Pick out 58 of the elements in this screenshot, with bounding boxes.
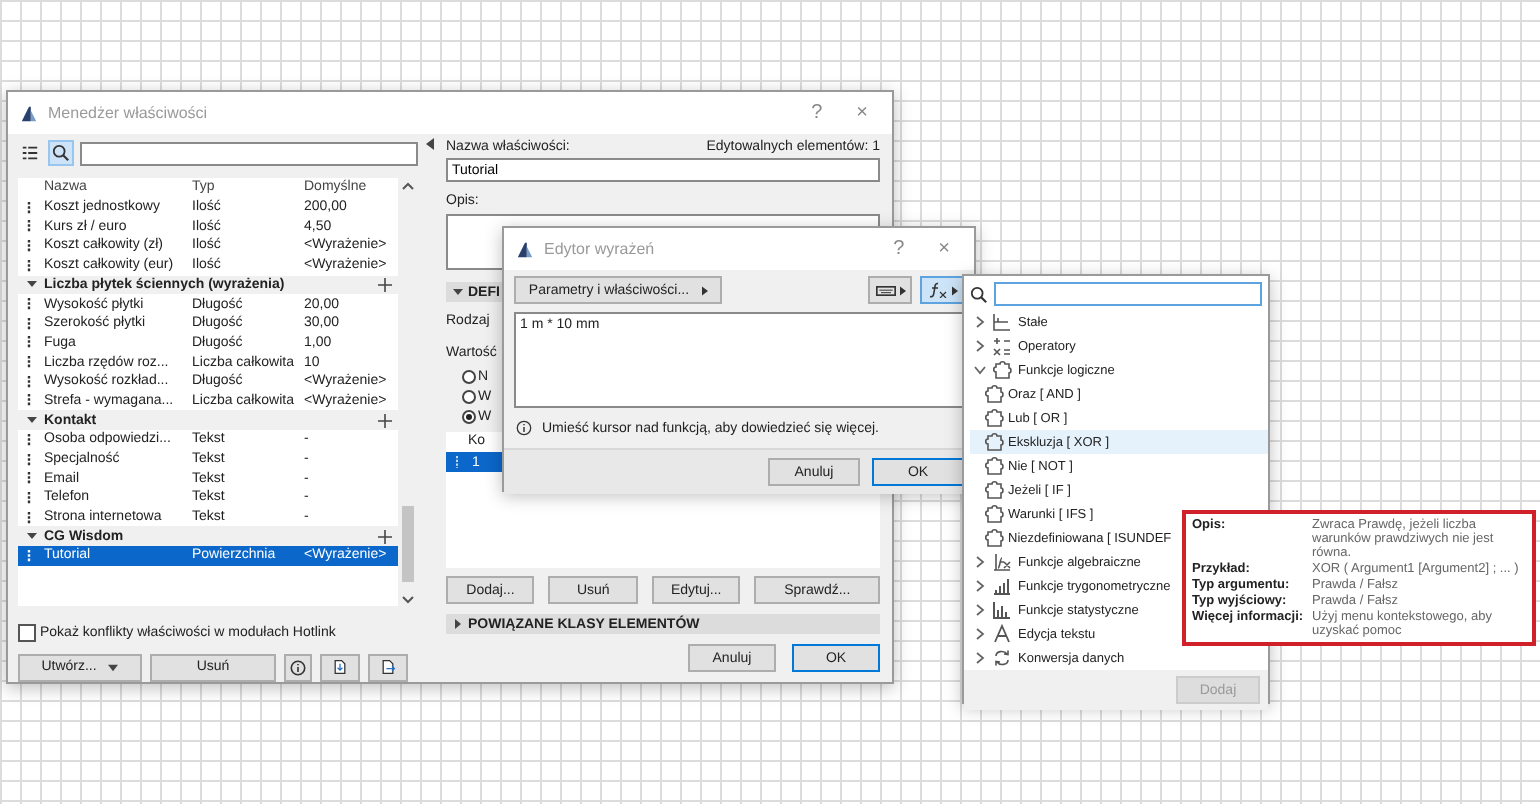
window-title: Edytor wyrażeń xyxy=(544,240,655,258)
text-tool-icon xyxy=(992,624,1012,644)
list-view-button[interactable] xyxy=(18,142,42,165)
info-button[interactable] xyxy=(284,653,312,682)
app-logo-icon xyxy=(20,103,38,123)
puzzle-icon xyxy=(984,504,1004,524)
search-button[interactable] xyxy=(48,140,74,167)
triangle-icon xyxy=(26,278,38,291)
checkbox[interactable] xyxy=(18,623,36,642)
close-button[interactable]: × xyxy=(926,237,962,261)
help-button[interactable]: ? xyxy=(881,237,917,261)
operators-icon xyxy=(992,336,1012,356)
scroll-down-icon[interactable] xyxy=(402,596,414,605)
submenu-arrow-icon xyxy=(701,285,708,295)
keyboard-button[interactable] xyxy=(868,276,912,304)
plus-icon[interactable] xyxy=(378,529,392,544)
triangle-icon xyxy=(452,286,464,298)
puzzle-icon xyxy=(984,528,1004,548)
plus-icon[interactable] xyxy=(378,277,392,292)
puzzle-icon xyxy=(984,456,1004,476)
search-field[interactable] xyxy=(994,282,1262,306)
convert-icon xyxy=(992,648,1012,668)
close-button[interactable]: × xyxy=(844,101,880,125)
puzzle-icon xyxy=(992,360,1012,380)
bar-chart-icon xyxy=(992,600,1012,620)
window-title: Menedżer właściwości xyxy=(48,104,208,122)
rising-bars-icon xyxy=(992,576,1012,596)
puzzle-icon xyxy=(984,384,1004,404)
function-button[interactable] xyxy=(920,276,964,304)
keyboard-icon xyxy=(875,285,895,295)
triangle-icon xyxy=(26,530,38,543)
document-import-icon xyxy=(332,658,348,677)
scroll-up-icon[interactable] xyxy=(402,181,414,190)
help-button[interactable]: ? xyxy=(799,101,835,125)
search-icon xyxy=(970,285,988,303)
import-button[interactable] xyxy=(320,653,360,682)
app-logo-icon xyxy=(516,239,534,259)
plus-icon[interactable] xyxy=(378,413,392,428)
export-button[interactable] xyxy=(368,653,408,682)
submenu-arrow-icon xyxy=(951,285,957,295)
radio-button[interactable] xyxy=(462,410,476,424)
search-field[interactable] xyxy=(80,141,418,166)
axes-icon xyxy=(992,312,1012,332)
radio-button[interactable] xyxy=(462,390,476,404)
info-icon xyxy=(516,420,532,436)
puzzle-icon xyxy=(984,480,1004,500)
puzzle-icon xyxy=(984,408,1004,428)
function-icon xyxy=(992,552,1012,572)
document-export-icon xyxy=(380,658,396,677)
function-icon xyxy=(927,282,947,298)
triangle-icon xyxy=(452,618,464,630)
submenu-arrow-icon xyxy=(899,285,905,295)
puzzle-icon xyxy=(984,432,1004,452)
radio-button[interactable] xyxy=(462,370,476,384)
triangle-icon xyxy=(26,414,38,427)
dropdown-arrow-icon xyxy=(108,663,119,672)
info-icon xyxy=(290,659,306,676)
collapse-arrow-icon[interactable] xyxy=(426,138,434,150)
